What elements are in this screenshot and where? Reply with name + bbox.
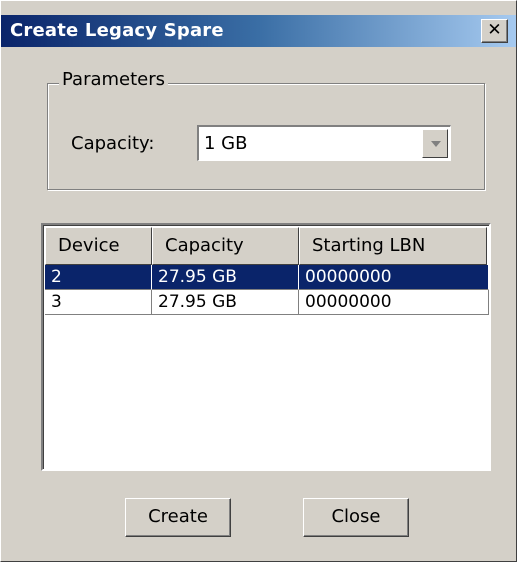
chevron-down-icon[interactable] — [422, 129, 448, 158]
cell-capacity: 27.95 GB — [152, 265, 299, 290]
close-button[interactable]: Close — [303, 498, 409, 537]
create-button[interactable]: Create — [125, 498, 231, 537]
table-header: Device Capacity Starting LBN — [45, 227, 489, 265]
column-header-capacity[interactable]: Capacity — [152, 227, 299, 265]
close-button-label: Close — [331, 506, 381, 527]
cell-starting-lbn: 00000000 — [299, 290, 489, 315]
title-bar[interactable]: Create Legacy Spare ✕ — [1, 15, 516, 47]
cell-device: 2 — [45, 265, 152, 290]
create-button-label: Create — [148, 506, 208, 527]
column-header-device[interactable]: Device — [45, 227, 152, 265]
device-table[interactable]: Device Capacity Starting LBN 2 27.95 GB … — [41, 223, 491, 471]
close-icon: ✕ — [487, 20, 502, 40]
cell-capacity: 27.95 GB — [152, 290, 299, 315]
capacity-select-value: 1 GB — [204, 133, 248, 154]
cell-starting-lbn: 00000000 — [299, 265, 489, 290]
create-legacy-spare-dialog: Create Legacy Spare ✕ Parameters Capacit… — [0, 0, 517, 562]
window-title: Create Legacy Spare — [10, 20, 224, 41]
table-row[interactable]: 3 27.95 GB 00000000 — [45, 290, 489, 315]
parameters-group-label: Parameters — [59, 69, 169, 90]
column-header-starting-lbn[interactable]: Starting LBN — [299, 227, 487, 265]
cell-device: 3 — [45, 290, 152, 315]
close-window-button[interactable]: ✕ — [481, 19, 508, 43]
capacity-label: Capacity: — [71, 133, 155, 154]
table-row[interactable]: 2 27.95 GB 00000000 — [45, 265, 489, 290]
capacity-select[interactable]: 1 GB — [197, 125, 451, 161]
